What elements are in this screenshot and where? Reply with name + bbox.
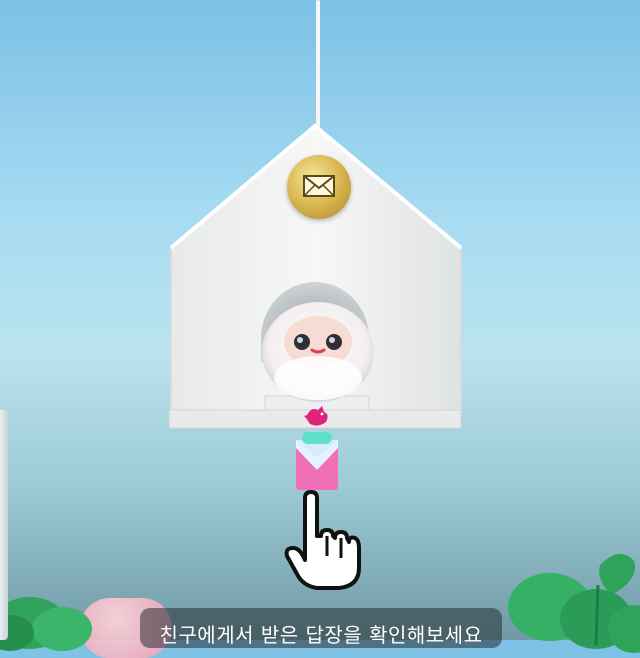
scene: 친구에게서 받은 답장을 확인해보세요 bbox=[0, 0, 640, 658]
mail-button[interactable] bbox=[287, 155, 351, 219]
clover-decoration-right bbox=[508, 553, 640, 653]
left-edge-panel bbox=[0, 410, 8, 640]
clover-decoration-left bbox=[0, 597, 92, 651]
envelope-icon bbox=[303, 175, 335, 197]
hanging-string bbox=[316, 0, 320, 128]
pointing-hand-icon bbox=[284, 490, 361, 590]
letter-envelope-icon[interactable] bbox=[294, 430, 340, 492]
caption-text: 친구에게서 받은 답장을 확인해보세요 bbox=[159, 623, 483, 647]
instruction-caption: 친구에게서 받은 답장을 확인해보세요 bbox=[140, 608, 502, 648]
fluffy-character bbox=[262, 302, 374, 402]
bird-icon bbox=[304, 406, 328, 426]
